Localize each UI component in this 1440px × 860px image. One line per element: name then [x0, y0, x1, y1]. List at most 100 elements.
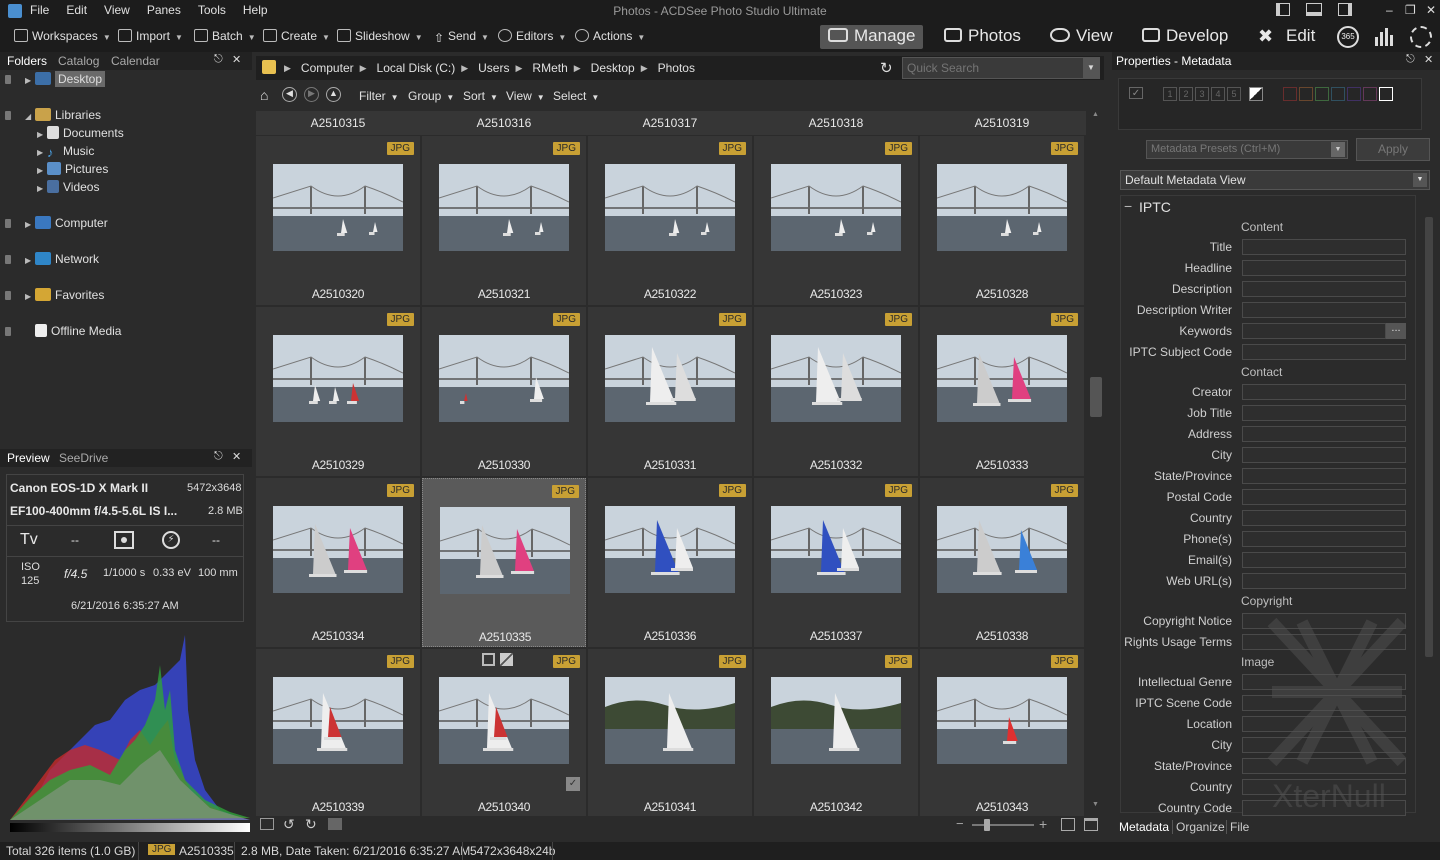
metadata-field-input[interactable] — [1242, 405, 1406, 421]
rating-1-box[interactable]: 1 — [1163, 87, 1177, 101]
thumbnail-image[interactable] — [439, 335, 569, 422]
expand-arrow-icon[interactable]: ▶ — [25, 76, 35, 85]
home-icon[interactable]: ⌂ — [260, 87, 268, 103]
metadata-field-input[interactable] — [1242, 573, 1406, 589]
thumbnail-filename[interactable]: A2510321 — [422, 287, 586, 301]
zoom-slider[interactable] — [972, 824, 1034, 826]
layout-left-icon[interactable] — [1276, 3, 1290, 16]
color-label-box[interactable] — [1379, 87, 1393, 101]
thumbnail-tile[interactable]: JPG A2510333 — [920, 307, 1084, 476]
crumb-desktop[interactable]: Desktop — [591, 61, 635, 75]
thumbnail-image[interactable] — [771, 335, 901, 422]
thumbnail-filename[interactable]: A2510337 — [754, 629, 918, 643]
iptc-section-title[interactable]: IPTC — [1139, 199, 1171, 215]
scroll-down-icon[interactable]: ▼ — [1092, 801, 1099, 808]
thumbnail-image[interactable] — [771, 677, 901, 764]
thumbnail-filename[interactable]: A2510335 — [423, 630, 587, 644]
menu-file[interactable]: File — [30, 3, 49, 18]
thumbnail-filename[interactable]: A2510316 — [422, 116, 586, 130]
slideshow-button[interactable]: Slideshow ▼ — [337, 29, 423, 43]
pin-icon[interactable] — [5, 75, 11, 84]
apply-button[interactable]: Apply — [1356, 138, 1430, 161]
thumbnail-tile[interactable]: JPG A2510329 — [256, 307, 420, 476]
tag-checkbox-icon[interactable] — [482, 653, 495, 666]
photos-mode-button[interactable]: Photos — [936, 25, 1029, 49]
zoom-in-icon[interactable]: + — [1039, 816, 1047, 832]
tab-seedrive[interactable]: SeeDrive — [59, 451, 108, 465]
rotate-right-icon[interactable]: ↻ — [305, 816, 317, 833]
scroll-thumb[interactable] — [1090, 377, 1102, 417]
expand-arrow-icon[interactable]: ▶ — [37, 166, 47, 175]
tree-favorites[interactable]: ▶ Favorites — [5, 288, 104, 302]
tree-videos[interactable]: ▶ Videos — [37, 180, 99, 194]
luma-icon[interactable] — [1410, 26, 1432, 48]
thumbnail-tile[interactable]: JPG A2510321 — [422, 136, 586, 305]
metadata-scrollbar[interactable] — [1422, 197, 1436, 813]
metadata-field-input[interactable] — [1242, 552, 1406, 568]
search-dropdown-icon[interactable]: ▼ — [1083, 58, 1099, 78]
tab-preview[interactable]: Preview — [7, 451, 50, 465]
thumbnail-image[interactable] — [937, 164, 1067, 251]
thumbnail-image[interactable] — [937, 506, 1067, 593]
zoom-out-icon[interactable]: − — [956, 816, 964, 831]
crumb-rmeth[interactable]: RMeth — [532, 61, 567, 75]
manage-mode-button[interactable]: Manage — [820, 25, 924, 49]
thumbnail-tile[interactable]: JPG A2510332 — [754, 307, 918, 476]
tree-pictures[interactable]: ▶ Pictures — [37, 162, 108, 176]
tree-desktop[interactable]: ▶ Desktop — [5, 71, 106, 87]
metadata-field-input[interactable] — [1242, 260, 1406, 276]
tree-computer[interactable]: ▶ Computer — [5, 216, 108, 230]
pin-icon[interactable]: ⎋ — [214, 53, 223, 66]
thumbnail-image[interactable] — [771, 164, 901, 251]
thumbnail-filename[interactable]: A2510339 — [256, 800, 420, 814]
minimize-icon[interactable]: – — [1386, 3, 1393, 17]
metadata-field-input[interactable] — [1242, 239, 1406, 255]
thumbnail-tile[interactable]: JPG A2510340 ✓ — [422, 649, 586, 816]
thumbnail-filename[interactable]: A2510340 — [422, 800, 586, 814]
metadata-field-input[interactable] — [1242, 281, 1406, 297]
collapse-arrow-icon[interactable]: ◢ — [25, 112, 35, 121]
grid-scrollbar[interactable]: ▲ ▼ — [1088, 111, 1104, 816]
rating-4-box[interactable]: 4 — [1211, 87, 1225, 101]
tree-libraries[interactable]: ◢ Libraries — [5, 108, 101, 122]
color-label-box[interactable] — [1331, 87, 1345, 101]
crumb-users[interactable]: Users — [478, 61, 509, 75]
thumbnail-filename[interactable]: A2510322 — [588, 287, 752, 301]
group-menu[interactable]: Group ▼ — [408, 89, 454, 103]
thumbnail-tile[interactable]: JPG A2510330 — [422, 307, 586, 476]
thumbnail-tile[interactable]: JPG A2510342 — [754, 649, 918, 816]
thumbnail-filename[interactable]: A2510329 — [256, 458, 420, 472]
thumbnail-tile[interactable]: JPG A2510320 — [256, 136, 420, 305]
thumbnail-filename[interactable]: A2510323 — [754, 287, 918, 301]
restore-icon[interactable]: ❐ — [1405, 3, 1416, 17]
rating-3-box[interactable]: 3 — [1195, 87, 1209, 101]
forward-icon[interactable]: ▶ — [304, 87, 319, 102]
color-label-box[interactable] — [1347, 87, 1361, 101]
metadata-field-input[interactable] — [1242, 323, 1386, 339]
thumbnail-image[interactable] — [605, 164, 735, 251]
thumbnail-tile[interactable]: JPG A2510338 — [920, 478, 1084, 647]
filter-menu[interactable]: Filter ▼ — [359, 89, 399, 103]
color-label-box[interactable] — [1315, 87, 1329, 101]
compare-icon[interactable] — [328, 818, 342, 830]
metadata-view-dropdown[interactable]: Default Metadata View ▼ — [1120, 170, 1430, 190]
tree-music[interactable]: ▶ ♪ Music — [37, 144, 94, 160]
tree-offline-media[interactable]: Offline Media — [5, 324, 121, 338]
pin-icon[interactable] — [5, 291, 11, 300]
thumbnail-filename[interactable]: A2510343 — [920, 800, 1084, 814]
layout-bottom-icon[interactable] — [1306, 3, 1322, 16]
thumbnail-tile[interactable]: JPG A2510328 — [920, 136, 1084, 305]
scroll-up-icon[interactable]: ▲ — [1092, 111, 1099, 118]
pin-icon[interactable] — [5, 255, 11, 264]
thumbnail-image[interactable] — [439, 164, 569, 251]
import-button[interactable]: Import ▼ — [118, 29, 183, 43]
edit-mode-button[interactable]: ✖ Edit — [1250, 25, 1323, 49]
editors-button[interactable]: Editors ▼ — [498, 29, 566, 43]
tag-checkbox-icon[interactable]: ✓ — [1129, 87, 1143, 99]
color-label-box[interactable] — [1363, 87, 1377, 101]
thumbnail-filename[interactable]: A2510319 — [920, 116, 1084, 130]
thumbnail-tile[interactable]: JPG A2510337 — [754, 478, 918, 647]
metadata-field-input[interactable] — [1242, 426, 1406, 442]
thumbnail-image[interactable] — [439, 677, 569, 764]
thumbnail-filename[interactable]: A2510334 — [256, 629, 420, 643]
